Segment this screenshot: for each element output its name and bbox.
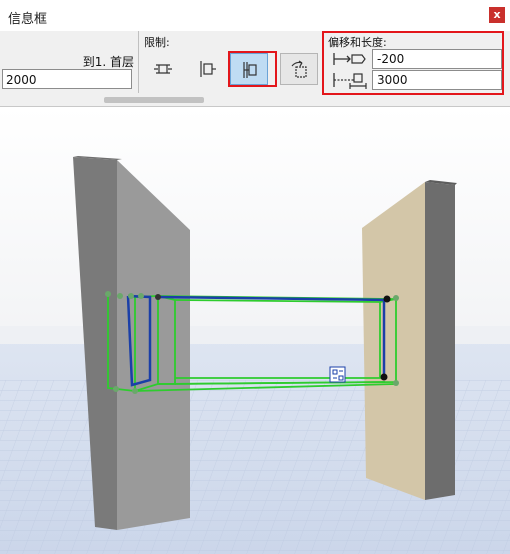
window-title: 信息框 [8, 12, 48, 27]
offset-length-highlight [322, 31, 504, 95]
title-bar: 信息框 x [0, 0, 510, 31]
close-button[interactable]: x [489, 7, 505, 23]
constraint-label: 限制: [144, 36, 170, 49]
3d-viewport[interactable] [0, 107, 510, 554]
divider [138, 31, 139, 93]
constraint-free-button[interactable] [144, 53, 182, 85]
elevation-input[interactable]: 2000 [2, 69, 132, 89]
constraint-fix-start-button[interactable] [188, 53, 226, 85]
horizontal-scrollbar[interactable] [0, 95, 510, 106]
constraint-free-icon [154, 64, 172, 74]
constraint-rotate-icon [291, 60, 307, 78]
scrollbar-thumb[interactable] [104, 97, 204, 103]
info-panel: 到1. 首层 2000 限制: 偏移和长度: -200 3000 [0, 31, 510, 107]
story-label: 到1. 首层 [82, 55, 134, 69]
selected-constraint-highlight [228, 51, 277, 87]
right-wall[interactable] [362, 180, 457, 500]
opening-marker-icon[interactable] [329, 366, 346, 383]
constraint-rotate-button[interactable] [280, 53, 318, 85]
constraint-fix-start-icon [200, 61, 216, 77]
